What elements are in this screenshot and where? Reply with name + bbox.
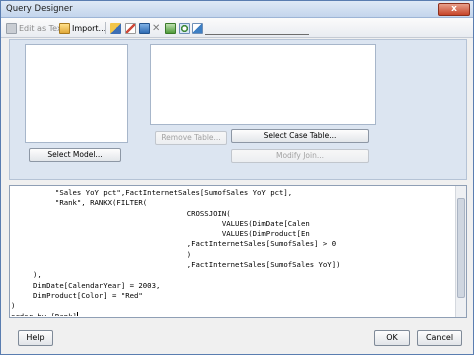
cancel-button[interactable]: Cancel (417, 330, 462, 346)
refresh-icon (179, 22, 190, 34)
toolbar: Edit as Text Import... ✕ (1, 18, 473, 38)
import-button[interactable]: Import... (59, 21, 106, 35)
text-caret (76, 312, 78, 316)
code-line: "Rank", RANKX(FILTER( (11, 198, 148, 208)
auto-execute-icon (125, 22, 136, 34)
code-line: ) (11, 249, 192, 259)
code-line: ), (11, 270, 42, 280)
code-line: VALUES(DimDate[Calen (11, 218, 310, 228)
delete-button[interactable]: ✕ (152, 21, 160, 35)
vertical-scrollbar[interactable] (455, 186, 466, 317)
title-bar[interactable]: Query Designer x (1, 1, 473, 18)
edit-as-text-label: Edit as Text (19, 23, 65, 33)
add-table-icon (139, 22, 150, 34)
import-label: Import... (72, 23, 107, 33)
code-line: ,FactInternetSales[SumofSales] > 0 (11, 239, 337, 249)
toolbar-field-underline (205, 34, 309, 35)
refresh-button[interactable] (179, 21, 190, 35)
edit-as-text-button[interactable]: Edit as Text (6, 21, 65, 35)
code-line: CROSSJOIN( (11, 208, 231, 218)
command-type-button[interactable] (110, 21, 121, 35)
select-case-table-button[interactable]: Select Case Table... (231, 129, 369, 143)
folder-open-icon (59, 22, 70, 34)
code-line: VALUES(DimProduct[En (11, 229, 310, 239)
ok-button[interactable]: OK (374, 330, 410, 346)
prepare-query-icon (192, 22, 203, 34)
designer-area: Select Model... Remove Table... Select C… (9, 39, 467, 180)
close-window-button[interactable]: x (438, 3, 470, 16)
help-button[interactable]: Help (18, 330, 53, 346)
code-line: order by [Rank] (11, 312, 455, 316)
scrollbar-thumb[interactable] (457, 198, 465, 298)
run-query-button[interactable] (165, 21, 176, 35)
run-query-icon (165, 22, 176, 34)
auto-execute-button[interactable] (125, 21, 136, 35)
modify-join-button[interactable]: Modify Join... (231, 149, 369, 163)
query-text[interactable]: "Sales YoY pct",FactInternetSales[SumofS… (11, 188, 455, 316)
edit-as-text-icon (6, 22, 17, 34)
toolbar-separator (105, 22, 106, 34)
select-model-button[interactable]: Select Model... (29, 148, 121, 162)
code-line: "Sales YoY pct",FactInternetSales[SumofS… (11, 188, 293, 197)
query-designer-window: Query Designer x Edit as Text Import... … (0, 0, 474, 355)
window-title: Query Designer (6, 4, 73, 14)
code-line: DimProduct[Color] = "Red" (11, 290, 143, 300)
delete-icon: ✕ (152, 22, 161, 34)
model-pane[interactable] (25, 44, 128, 143)
case-table-pane[interactable] (150, 44, 376, 125)
command-type-icon (110, 22, 121, 34)
code-line: ) (11, 301, 16, 311)
prepare-query-button[interactable] (192, 21, 203, 35)
query-text-editor[interactable]: "Sales YoY pct",FactInternetSales[SumofS… (9, 185, 467, 318)
code-line: ,FactInternetSales[SumofSales YoY]) (11, 260, 341, 270)
remove-table-button[interactable]: Remove Table... (155, 131, 227, 145)
add-table-button[interactable] (139, 21, 150, 35)
code-line: DimDate[CalendarYear] = 2003, (11, 280, 161, 290)
